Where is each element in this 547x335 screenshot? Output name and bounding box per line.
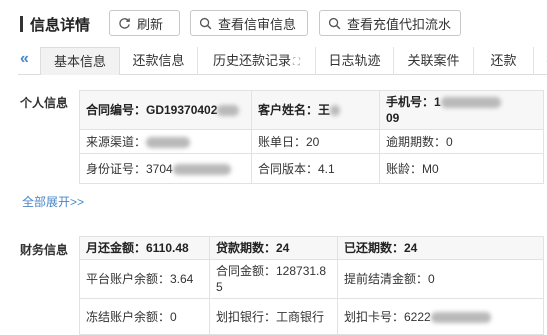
id-number: 身份证号：3704 [86, 161, 173, 176]
repaid-periods: 已还期数：24 [337, 236, 544, 260]
source-channel: 来源渠道： [86, 134, 147, 149]
tab-basic-info[interactable]: 基本信息 [40, 47, 120, 75]
redacted-mark [430, 311, 491, 323]
tab-repayment-info[interactable]: 还款信息 [120, 47, 198, 75]
page-title: 信息详情 [30, 17, 91, 34]
contract-number: 合同编号：GD19370402 [86, 103, 218, 117]
personal-info-label: 个人信息 [20, 96, 69, 110]
bill-day: 账单日：20 [251, 129, 380, 154]
detail-tabs: « 基本信息 还款信息 历史还款记录⛶ 日志轨迹 关联案件 还款 » [18, 47, 547, 75]
prepay-amount: 提前结清金额：0 [337, 259, 544, 299]
phone-number-cont: 09 [386, 111, 400, 125]
deduct-bank: 划扣银行：工商银行 [209, 298, 338, 335]
customer-name: 客户姓名：王 [258, 103, 331, 117]
tab-repayment-more[interactable]: 还款 [474, 47, 534, 75]
customer-name-cell: 客户姓名：王 [251, 90, 380, 130]
contract-version: 合同版本：4.1 [251, 153, 380, 184]
expand-all-link[interactable]: 全部展开>> [22, 193, 84, 210]
search-icon [199, 17, 212, 29]
redacted-mark [146, 136, 191, 148]
deduct-card-cell: 划扣卡号：6222 [337, 298, 544, 335]
deduct-card-number: 划扣卡号：6222 [344, 309, 431, 324]
contract-number-cell: 合同编号：GD19370402 [79, 90, 252, 130]
finance-info-label: 财务信息 [20, 243, 69, 257]
redacted-mark [440, 97, 501, 109]
view-audit-info-label: 查看信审信息 [218, 16, 297, 32]
tab-repayment-history[interactable]: 历史还款记录 ⛶ [198, 47, 316, 75]
overdue-periods: 逾期期数：0 [379, 129, 544, 154]
monthly-repay-amount: 月还金额：6110.48 [79, 236, 210, 260]
refresh-icon [119, 17, 130, 29]
id-number-cell: 身份证号：3704 [79, 153, 252, 184]
contract-amount: 合同金额：128731.8 [216, 264, 327, 278]
search-icon [328, 17, 341, 29]
view-audit-info-button[interactable]: 查看信审信息 [190, 10, 308, 36]
loan-periods: 贷款期数：24 [209, 236, 338, 260]
redacted-mark [330, 105, 341, 117]
refresh-button[interactable]: 刷新 [109, 10, 180, 36]
source-channel-cell: 来源渠道： [79, 129, 252, 154]
tab-log-trail[interactable]: 日志轨迹 [316, 47, 394, 75]
phone-number: 手机号：1 [386, 95, 441, 109]
personal-info-table: 合同编号：GD19370402 客户姓名：王 手机号：1 09 来源渠道： 账单… [79, 90, 544, 184]
frozen-balance: 冻结账户余额：0 [79, 298, 210, 335]
detail-header: 信息详情 刷新 查看信审信息 查看充值代扣流水 [0, 0, 547, 44]
phone-cell: 手机号：1 09 [379, 90, 544, 130]
refresh-button-label: 刷新 [137, 16, 164, 32]
expand-icon: ⛶ [293, 57, 300, 68]
contract-amount-cell: 合同金额：128731.8 5 [209, 259, 338, 299]
tab-repayment-history-label: 历史还款记录 [212, 53, 291, 68]
contract-amount-cont: 5 [216, 280, 223, 294]
finance-info-table: 月还金额：6110.48 贷款期数：24 已还期数：24 平台账户余额：3.64… [79, 236, 544, 335]
tab-related-cases[interactable]: 关联案件 [394, 47, 474, 75]
tabs-scroll-left-icon[interactable]: « [20, 50, 29, 68]
account-age: 账龄：M0 [379, 153, 544, 184]
view-recharge-flow-label: 查看充值代扣流水 [347, 16, 452, 32]
redacted-mark [172, 163, 231, 175]
view-recharge-flow-button[interactable]: 查看充值代扣流水 [319, 10, 461, 36]
title-accent-bar [20, 16, 23, 32]
redacted-mark [217, 105, 240, 117]
platform-balance: 平台账户余额：3.64 [79, 259, 210, 299]
